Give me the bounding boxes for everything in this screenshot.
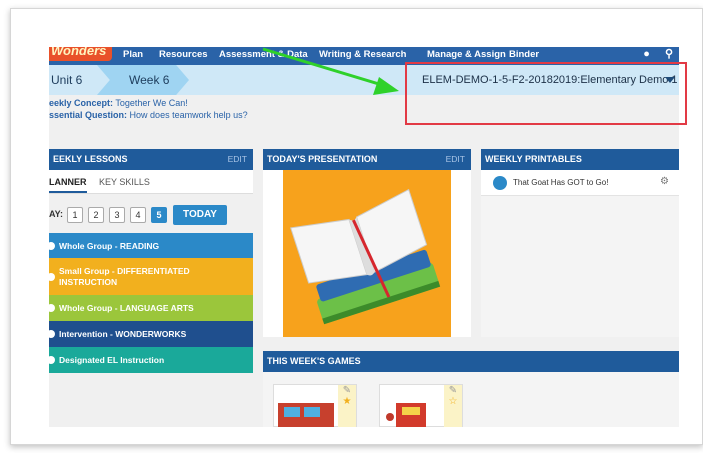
pointer-arrow-icon <box>262 47 399 95</box>
screenshot-frame: Wonders Plan Resources Assessment & Data… <box>10 8 703 445</box>
